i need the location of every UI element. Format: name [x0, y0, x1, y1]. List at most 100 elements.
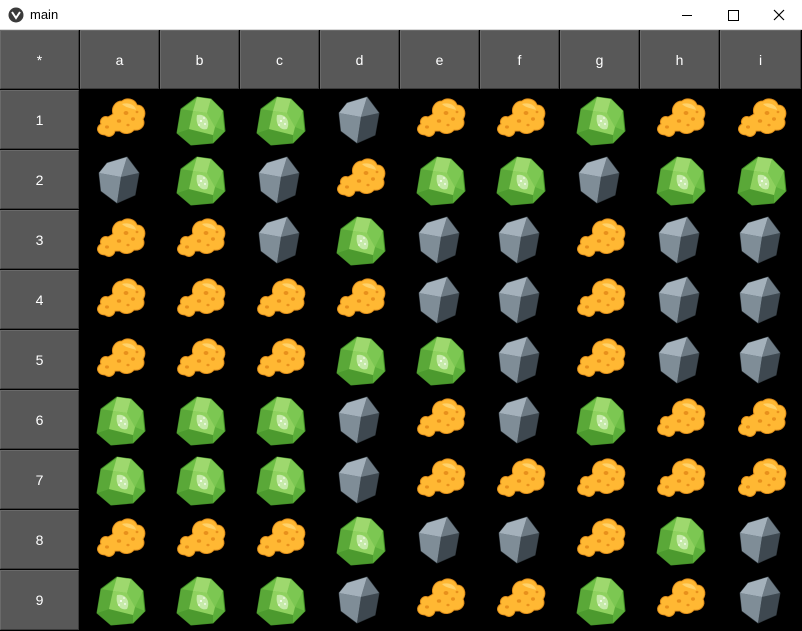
grid-cell-b1[interactable] [160, 90, 239, 149]
close-button[interactable] [756, 0, 802, 30]
grid-cell-e8[interactable] [400, 510, 479, 569]
grid-cell-e2[interactable] [400, 150, 479, 209]
grid-cell-a7[interactable] [80, 450, 159, 509]
grid-cell-b6[interactable] [160, 390, 239, 449]
grid-cell-i3[interactable] [720, 210, 801, 269]
column-header-b[interactable]: b [160, 30, 239, 89]
grid-cell-a6[interactable] [80, 390, 159, 449]
grid-cell-c4[interactable] [240, 270, 319, 329]
grid-cell-e9[interactable] [400, 570, 479, 630]
grid-cell-f5[interactable] [480, 330, 559, 389]
grid-cell-a1[interactable] [80, 90, 159, 149]
grid-cell-i2[interactable] [720, 150, 801, 209]
minimize-button[interactable] [664, 0, 710, 30]
grid-cell-c9[interactable] [240, 570, 319, 630]
grid-cell-g9[interactable] [560, 570, 639, 630]
grid-cell-c5[interactable] [240, 330, 319, 389]
row-header-7[interactable]: 7 [0, 450, 79, 509]
grid-cell-e1[interactable] [400, 90, 479, 149]
grid-cell-a8[interactable] [80, 510, 159, 569]
column-header-f[interactable]: f [480, 30, 559, 89]
grid-cell-h3[interactable] [640, 210, 719, 269]
grid-cell-b9[interactable] [160, 570, 239, 630]
grid-cell-g8[interactable] [560, 510, 639, 569]
grid-cell-e7[interactable] [400, 450, 479, 509]
grid-cell-e5[interactable] [400, 330, 479, 389]
grid-cell-f3[interactable] [480, 210, 559, 269]
row-header-8[interactable]: 8 [0, 510, 79, 569]
grid-cell-h6[interactable] [640, 390, 719, 449]
grid-cell-e4[interactable] [400, 270, 479, 329]
grid-cell-g1[interactable] [560, 90, 639, 149]
grid-cell-i5[interactable] [720, 330, 801, 389]
grid-cell-e6[interactable] [400, 390, 479, 449]
grid-cell-c8[interactable] [240, 510, 319, 569]
grid-cell-f2[interactable] [480, 150, 559, 209]
row-header-4[interactable]: 4 [0, 270, 79, 329]
grid-cell-d6[interactable] [320, 390, 399, 449]
grid-cell-g2[interactable] [560, 150, 639, 209]
grid-cell-g6[interactable] [560, 390, 639, 449]
grid-cell-c2[interactable] [240, 150, 319, 209]
grid-cell-a9[interactable] [80, 570, 159, 630]
grid-cell-b7[interactable] [160, 450, 239, 509]
grid-cell-a5[interactable] [80, 330, 159, 389]
grid-cell-i9[interactable] [720, 570, 801, 630]
row-header-3[interactable]: 3 [0, 210, 79, 269]
grid-cell-g3[interactable] [560, 210, 639, 269]
grid-cell-d7[interactable] [320, 450, 399, 509]
grid-cell-i7[interactable] [720, 450, 801, 509]
column-header-g[interactable]: g [560, 30, 639, 89]
grid-cell-b8[interactable] [160, 510, 239, 569]
grid-cell-d5[interactable] [320, 330, 399, 389]
grid-cell-b5[interactable] [160, 330, 239, 389]
grid-cell-c7[interactable] [240, 450, 319, 509]
grid-cell-g4[interactable] [560, 270, 639, 329]
grid-cell-d3[interactable] [320, 210, 399, 269]
grid-cell-f6[interactable] [480, 390, 559, 449]
grid-cell-d1[interactable] [320, 90, 399, 149]
column-header-h[interactable]: h [640, 30, 719, 89]
grid-cell-g7[interactable] [560, 450, 639, 509]
grid-cell-f7[interactable] [480, 450, 559, 509]
row-header-1[interactable]: 1 [0, 90, 79, 149]
column-header-e[interactable]: e [400, 30, 479, 89]
grid-cell-d2[interactable] [320, 150, 399, 209]
grid-cell-h7[interactable] [640, 450, 719, 509]
grid-cell-d9[interactable] [320, 570, 399, 630]
corner-header[interactable]: * [0, 30, 79, 89]
grid-cell-a4[interactable] [80, 270, 159, 329]
grid-cell-h2[interactable] [640, 150, 719, 209]
grid-cell-c3[interactable] [240, 210, 319, 269]
grid-cell-f8[interactable] [480, 510, 559, 569]
grid-cell-b3[interactable] [160, 210, 239, 269]
grid-cell-h9[interactable] [640, 570, 719, 630]
grid-cell-f9[interactable] [480, 570, 559, 630]
grid-cell-g5[interactable] [560, 330, 639, 389]
grid-cell-h8[interactable] [640, 510, 719, 569]
grid-cell-i8[interactable] [720, 510, 801, 569]
grid-cell-i6[interactable] [720, 390, 801, 449]
grid-cell-i1[interactable] [720, 90, 801, 149]
row-header-6[interactable]: 6 [0, 390, 79, 449]
grid-cell-f4[interactable] [480, 270, 559, 329]
row-header-5[interactable]: 5 [0, 330, 79, 389]
grid-cell-h5[interactable] [640, 330, 719, 389]
grid-cell-a3[interactable] [80, 210, 159, 269]
row-header-2[interactable]: 2 [0, 150, 79, 209]
grid-cell-i4[interactable] [720, 270, 801, 329]
grid-cell-d8[interactable] [320, 510, 399, 569]
grid-cell-b4[interactable] [160, 270, 239, 329]
grid-cell-c6[interactable] [240, 390, 319, 449]
column-header-a[interactable]: a [80, 30, 159, 89]
grid-cell-d4[interactable] [320, 270, 399, 329]
column-header-c[interactable]: c [240, 30, 319, 89]
row-header-9[interactable]: 9 [0, 570, 79, 630]
grid-cell-b2[interactable] [160, 150, 239, 209]
maximize-button[interactable] [710, 0, 756, 30]
column-header-d[interactable]: d [320, 30, 399, 89]
grid-cell-f1[interactable] [480, 90, 559, 149]
column-header-i[interactable]: i [720, 30, 801, 89]
grid-cell-c1[interactable] [240, 90, 319, 149]
grid-cell-e3[interactable] [400, 210, 479, 269]
